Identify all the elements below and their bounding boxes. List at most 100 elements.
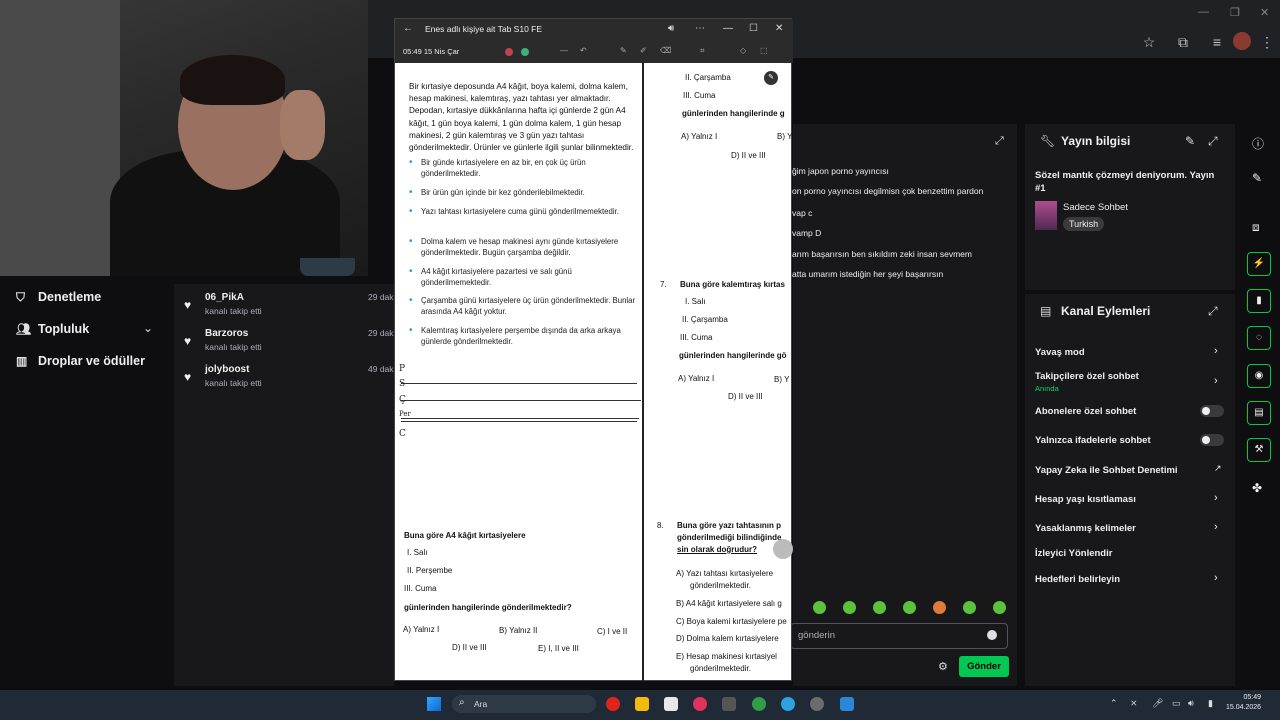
emote-icon[interactable] <box>993 601 1006 614</box>
tray-chevron-icon[interactable]: ⌃ <box>1110 698 1118 709</box>
media-player-icon[interactable] <box>693 697 707 711</box>
quick-action-button[interactable]: ▤ <box>1247 401 1271 425</box>
youtube-app-icon[interactable] <box>606 697 620 711</box>
lasso-icon[interactable]: ◇ <box>740 46 746 55</box>
follower-name[interactable]: jolyboost <box>205 364 249 375</box>
emoji-picker-icon[interactable] <box>987 630 997 640</box>
network-off-icon[interactable]: ⨯ <box>1130 698 1138 709</box>
extensions-icon[interactable]: ⧉ <box>1174 33 1192 51</box>
quick-action-button[interactable]: ▮ <box>1247 289 1271 313</box>
chevron-right-icon[interactable]: › <box>1214 492 1218 504</box>
app-icon[interactable] <box>722 697 736 711</box>
chrome-icon[interactable] <box>752 697 766 711</box>
back-arrow-icon[interactable]: ← <box>403 23 413 34</box>
follower-name[interactable]: 06_PikA <box>205 292 244 303</box>
send-button[interactable]: Gönder <box>959 656 1009 677</box>
quick-action-button[interactable]: ◌ <box>1247 326 1271 350</box>
chevron-right-icon[interactable]: › <box>1214 521 1218 533</box>
line-tool-icon[interactable]: — <box>560 46 568 55</box>
minimize-icon[interactable]: — <box>723 23 733 34</box>
maximize-icon[interactable]: ❐ <box>1230 6 1240 19</box>
answer-option[interactable]: A) Yalnız I <box>681 132 717 141</box>
chat-input[interactable]: gönderin <box>790 623 1008 649</box>
answer-option[interactable]: C) I ve II <box>597 627 627 636</box>
profile-avatar[interactable] <box>1233 32 1251 50</box>
emote-icon[interactable] <box>933 601 946 614</box>
answer-option[interactable]: B) Yalnız II <box>499 626 537 635</box>
subscribers-only-toggle[interactable] <box>1200 405 1224 417</box>
battery-icon[interactable]: ▮ <box>1208 698 1213 709</box>
stream-tag[interactable]: Turkish <box>1063 217 1105 231</box>
emote-icon[interactable] <box>903 601 916 614</box>
answer-option[interactable]: E) Hesap makinesi kırtasiyel <box>676 652 777 661</box>
answer-option[interactable]: A) Yalnız I <box>403 625 439 634</box>
close-icon[interactable]: ✕ <box>775 23 783 34</box>
windows-start-icon[interactable] <box>427 697 441 711</box>
add-action-icon[interactable]: ✤ <box>1252 481 1262 495</box>
emote-icon[interactable] <box>873 601 886 614</box>
highlighter-icon[interactable]: ✐ <box>640 46 647 55</box>
answer-option[interactable]: D) II ve III <box>731 151 766 160</box>
obs-icon[interactable] <box>810 697 824 711</box>
microphone-icon[interactable]: 🎤︎ <box>1152 698 1163 709</box>
action-ai-moderation[interactable]: Yapay Zeka ile Sohbet Denetimi <box>1035 465 1178 476</box>
answer-option[interactable]: A) Yazı tahtası kırtasiyelere <box>676 569 773 578</box>
emote-icon[interactable] <box>843 601 856 614</box>
clip-icon[interactable]: ⧈ <box>1252 220 1260 235</box>
volume-icon[interactable]: 🔊︎ <box>1188 698 1194 709</box>
popout-icon[interactable]: ⤢ <box>1208 304 1218 319</box>
chevron-down-icon[interactable]: ⌄ <box>143 321 153 335</box>
external-link-icon[interactable]: ↗ <box>1214 463 1222 474</box>
answer-option[interactable]: D) II ve III <box>728 392 763 401</box>
emote-only-toggle[interactable] <box>1200 434 1224 446</box>
taskbar-clock[interactable]: 05:49 15.04.2026 <box>1226 693 1261 713</box>
select-icon[interactable]: ⬚ <box>760 46 768 55</box>
tablet-mirror-window[interactable]: ← Enes adlı kişiye ait Tab S10 FE 🔊︎ ⋯ —… <box>394 18 793 681</box>
close-window-icon[interactable]: ✕ <box>1260 6 1269 19</box>
telegram-icon[interactable] <box>781 697 795 711</box>
shape-tool-icon[interactable]: ⌗ <box>700 46 705 56</box>
nav-item-drops[interactable]: ▥ Droplar ve ödüller <box>16 351 145 371</box>
red-pen-icon[interactable] <box>505 48 513 56</box>
maximize-icon[interactable]: ☐ <box>749 23 758 34</box>
chevron-right-icon[interactable]: › <box>1214 345 1218 357</box>
action-subscribers-only[interactable]: Abonelere özel sohbet <box>1035 406 1136 417</box>
undo-icon[interactable]: ↶ <box>580 46 587 55</box>
edit-icon[interactable]: ✎ <box>1252 171 1262 185</box>
quick-action-button[interactable]: ⚒ <box>1247 438 1271 462</box>
app-icon[interactable] <box>840 697 854 711</box>
file-explorer-icon[interactable] <box>635 697 649 711</box>
action-followers-only[interactable]: Takipçilere özel sohbet <box>1035 371 1139 382</box>
answer-option[interactable]: D) Dolma kalem kırtasiyelere <box>676 634 779 643</box>
chat-settings-gear-icon[interactable]: ⚙ <box>938 660 948 673</box>
answer-option[interactable]: B) Y <box>777 132 792 141</box>
action-blocked-terms[interactable]: Yasaklanmış kelimeler <box>1035 523 1136 534</box>
answer-option[interactable]: A) Yalnız I <box>678 374 714 383</box>
store-app-icon[interactable] <box>664 697 678 711</box>
pen-fab-icon[interactable]: ✎ <box>764 71 778 85</box>
emote-icon[interactable] <box>813 601 826 614</box>
emote-icon[interactable] <box>963 601 976 614</box>
answer-option[interactable]: B) A4 kâğıt kırtasiyelere salı g <box>676 599 782 608</box>
edit-pencil-icon[interactable]: ✎ <box>1185 134 1195 148</box>
taskbar-search[interactable]: ⌕ Ara <box>452 695 596 713</box>
chevron-right-icon[interactable]: › <box>1214 375 1218 387</box>
minimize-icon[interactable]: — <box>1198 6 1209 18</box>
pen-fab-icon[interactable] <box>773 539 793 559</box>
action-emote-only[interactable]: Yalnızca ifadelerle sohbet <box>1035 435 1151 446</box>
answer-option[interactable]: D) II ve III <box>452 643 487 652</box>
nav-item-moderation[interactable]: ⛉ Denetleme <box>16 287 101 307</box>
category-thumbnail[interactable] <box>1035 201 1057 230</box>
action-raid[interactable]: İzleyici Yönlendir <box>1035 548 1112 559</box>
eraser-icon[interactable]: ⌫ <box>660 46 671 55</box>
more-icon[interactable]: ⋯ <box>695 23 705 34</box>
green-pen-icon[interactable] <box>521 48 529 56</box>
category-name[interactable]: Sadece Sohbet <box>1063 202 1128 213</box>
speaker-icon[interactable]: 🔊︎ <box>668 23 674 34</box>
display-icon[interactable]: ▭ <box>1172 698 1181 709</box>
quick-action-button[interactable]: ⚡ <box>1247 252 1271 276</box>
follower-name[interactable]: Barzoros <box>205 328 248 339</box>
popout-icon[interactable]: ⤢ <box>1208 134 1218 149</box>
media-icon[interactable]: ≡ <box>1208 33 1226 51</box>
popout-icon[interactable]: ⤢ <box>995 135 1004 148</box>
